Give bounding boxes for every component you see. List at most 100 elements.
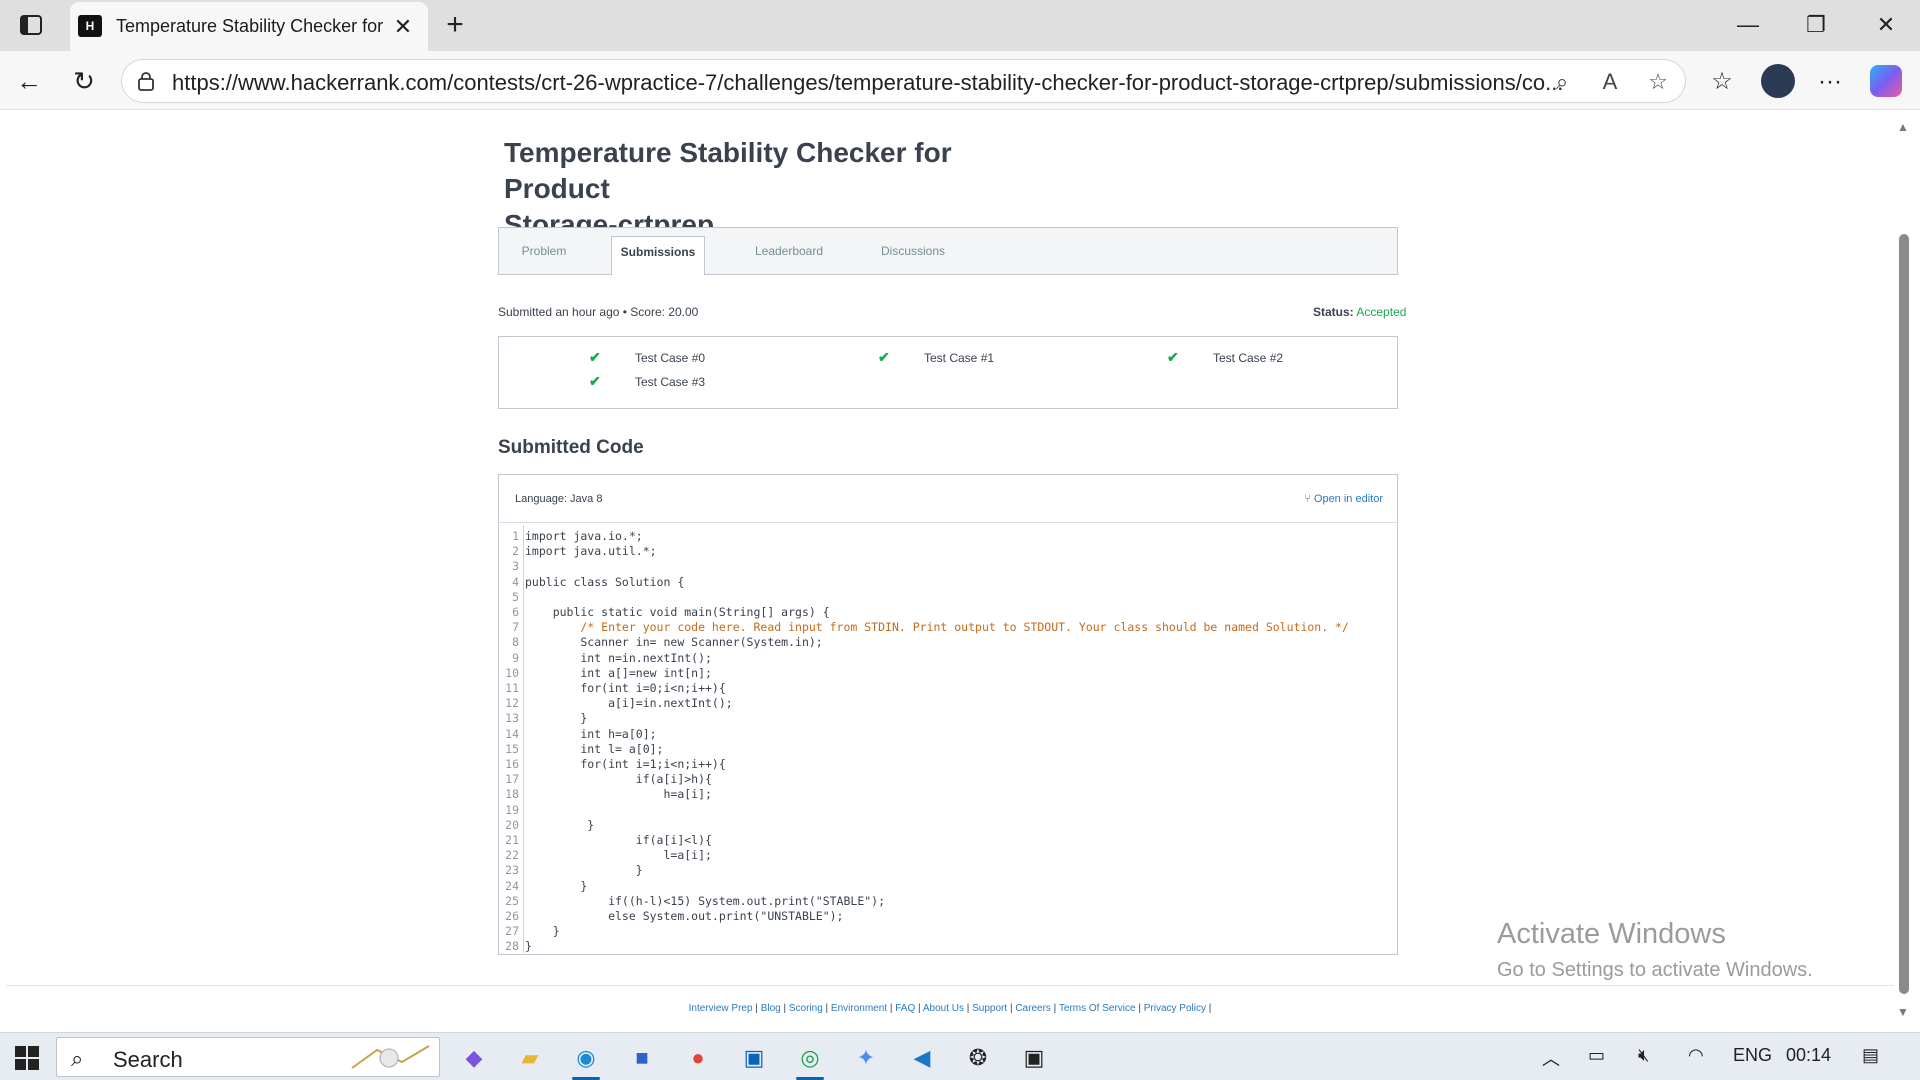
battery-icon[interactable]: ▭ xyxy=(1588,1045,1605,1066)
footer-link[interactable]: Blog xyxy=(761,1003,781,1014)
code-viewer[interactable]: 1 import java.io.*; 2 import java.util.*; 3 4… xyxy=(499,525,1397,953)
code-line: 4 public class Solution { xyxy=(499,575,1397,590)
back-arrow-icon[interactable]: ← xyxy=(12,64,46,98)
challenge-tabs: Problem Submissions Leaderboard Discussi… xyxy=(498,227,1398,275)
taskbar-search[interactable]: ⌕ Search xyxy=(56,1037,440,1077)
chrome-icon[interactable]: ● xyxy=(676,1039,720,1077)
code-text: if(a[i]>h){ xyxy=(525,772,712,787)
footer-link[interactable]: Scoring xyxy=(789,1003,823,1014)
code-panel-header: Language: Java 8 ⑂ Open in editor xyxy=(499,475,1397,523)
hackerrank-favicon-icon: H xyxy=(78,15,102,37)
code-line: 9 int n=in.nextInt(); xyxy=(499,651,1397,666)
restore-icon[interactable]: ❐ xyxy=(1796,8,1836,42)
test-case-item[interactable]: ✔ Test Case #0 xyxy=(589,349,705,365)
tab-leaderboard[interactable]: Leaderboard xyxy=(739,228,839,274)
volume-muted-icon[interactable]: 🔇︎ xyxy=(1638,1045,1649,1066)
microsoft-store-icon[interactable]: ■ xyxy=(620,1039,664,1077)
url-text[interactable]: https://www.hackerrank.com/contests/crt-… xyxy=(172,70,1652,96)
footer-link[interactable]: Support xyxy=(972,1003,1007,1014)
favorite-star-icon[interactable]: ☆ xyxy=(1643,67,1673,97)
notifications-icon[interactable]: ▤ xyxy=(1862,1045,1879,1066)
code-line: 25 if((h-l)<15) System.out.print("STABLE… xyxy=(499,894,1397,909)
code-line: 2 import java.util.*; xyxy=(499,544,1397,559)
scroll-down-arrow-icon[interactable]: ▼ xyxy=(1897,1005,1909,1019)
read-aloud-icon[interactable]: A xyxy=(1595,67,1625,97)
line-number: 25 xyxy=(505,893,519,908)
line-number: 9 xyxy=(512,650,519,665)
scroll-thumb[interactable] xyxy=(1899,234,1909,994)
code-text: a[i]=in.nextInt(); xyxy=(525,696,733,711)
tab-submissions[interactable]: Submissions xyxy=(611,236,705,275)
tab-close-icon[interactable]: ✕ xyxy=(388,12,418,42)
footer-separator: | xyxy=(822,1003,831,1014)
tab-problem[interactable]: Problem xyxy=(509,228,579,274)
minimize-icon[interactable]: — xyxy=(1728,8,1768,42)
browser-tab-active[interactable]: H Temperature Stability Checker for ✕ xyxy=(70,2,428,51)
test-case-item[interactable]: ✔ Test Case #3 xyxy=(589,373,705,389)
outlook-icon[interactable]: ▣ xyxy=(732,1039,776,1077)
open-in-editor-label: Open in editor xyxy=(1313,493,1383,505)
new-tab-button[interactable]: + xyxy=(438,8,472,42)
file-explorer-icon[interactable]: ▰ xyxy=(508,1039,552,1077)
vscode-icon[interactable]: ◀ xyxy=(900,1039,944,1077)
code-line: 15 int l= a[0]; xyxy=(499,742,1397,757)
scroll-up-arrow-icon[interactable]: ▲ xyxy=(1897,120,1909,134)
refresh-icon[interactable]: ↻ xyxy=(67,64,101,98)
clock-time[interactable]: 00:14 xyxy=(1786,1045,1831,1066)
test-case-item[interactable]: ✔ Test Case #2 xyxy=(1167,349,1283,365)
line-number: 27 xyxy=(505,924,519,939)
footer-link[interactable]: Environment xyxy=(831,1003,887,1014)
submission-meta: Submitted an hour ago • Score: 20.00 xyxy=(498,305,699,319)
show-hidden-icons-icon[interactable]: ︿ xyxy=(1542,1045,1560,1071)
code-text: import java.util.*; xyxy=(525,544,657,559)
code-line: 21 if(a[i]<l){ xyxy=(499,833,1397,848)
footer-separator: | xyxy=(1135,1003,1144,1014)
code-line: 5 xyxy=(499,590,1397,605)
line-number: 15 xyxy=(505,741,519,756)
chatgpt-icon[interactable]: ❂ xyxy=(956,1039,1000,1077)
more-options-icon[interactable]: ··· xyxy=(1812,64,1848,100)
windows-start-icon[interactable] xyxy=(14,1045,40,1071)
tab-title: Temperature Stability Checker for xyxy=(116,16,384,36)
whatsapp-icon[interactable]: ◎ xyxy=(788,1039,832,1080)
footer-link[interactable]: Interview Prep xyxy=(689,1003,753,1014)
favorites-icon[interactable]: ☆ xyxy=(1704,64,1740,100)
footer-link[interactable]: Terms Of Service xyxy=(1059,1003,1136,1014)
tab-actions-icon[interactable] xyxy=(18,12,44,38)
input-language[interactable]: ENG xyxy=(1733,1045,1772,1066)
github-icon[interactable]: ▣ xyxy=(1012,1039,1056,1077)
footer-link[interactable]: Careers xyxy=(1015,1003,1051,1014)
status-value: Accepted xyxy=(1356,305,1407,319)
code-line: 7 /* Enter your code here. Read input fr… xyxy=(499,620,1397,635)
profile-avatar[interactable] xyxy=(1761,64,1795,98)
footer-link[interactable]: FAQ xyxy=(895,1003,915,1014)
line-number: 23 xyxy=(505,863,519,878)
tab-discussions[interactable]: Discussions xyxy=(863,228,963,274)
open-in-editor-link[interactable]: ⑂ Open in editor xyxy=(1304,493,1383,505)
footer-link[interactable]: About Us xyxy=(923,1003,964,1014)
test-case-item[interactable]: ✔ Test Case #1 xyxy=(878,349,995,365)
test-case-label: Test Case #1 xyxy=(924,351,995,365)
address-bar[interactable]: https://www.hackerrank.com/contests/crt-… xyxy=(121,59,1686,103)
code-line: 14 int h=a[0]; xyxy=(499,727,1397,742)
code-text: } xyxy=(525,711,588,726)
code-text: int l= a[0]; xyxy=(525,741,664,756)
close-window-icon[interactable]: ✕ xyxy=(1866,8,1906,42)
gemini-icon[interactable]: ✦ xyxy=(844,1039,888,1077)
page-scrollbar[interactable]: ▲ ▼ xyxy=(1894,111,1914,1030)
wifi-icon[interactable]: ◠ xyxy=(1688,1045,1704,1066)
copilot-icon[interactable] xyxy=(1870,65,1902,97)
edge-browser-icon[interactable]: ◉ xyxy=(564,1039,608,1080)
copilot-taskbar-icon[interactable]: ◆ xyxy=(452,1039,496,1077)
check-icon: ✔ xyxy=(878,349,890,365)
footer-link[interactable]: Privacy Policy xyxy=(1144,1003,1206,1014)
code-line: 13 } xyxy=(499,711,1397,726)
code-line: 18 h=a[i]; xyxy=(499,787,1397,802)
check-icon: ✔ xyxy=(589,373,601,389)
code-text: h=a[i]; xyxy=(525,787,712,802)
lock-icon[interactable] xyxy=(136,71,156,91)
code-text: int a[]=new int[n]; xyxy=(525,665,712,680)
zoom-icon[interactable]: ⌕ xyxy=(1547,67,1577,97)
footer-separator: | xyxy=(887,1003,896,1014)
check-icon: ✔ xyxy=(1167,349,1179,365)
